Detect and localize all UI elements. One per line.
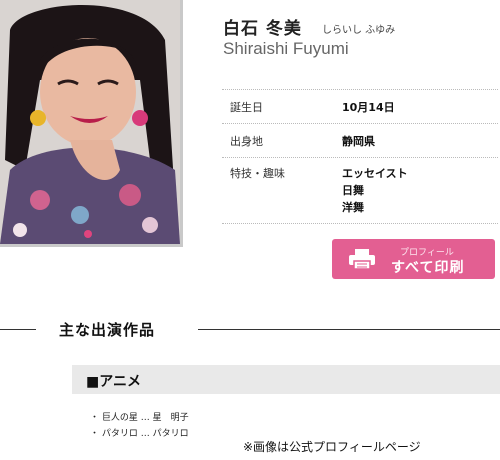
name-romaji: Shiraishi Fuyumi [223, 39, 349, 58]
profile-value: エッセイスト 日舞 洋舞 [342, 158, 498, 223]
profile-label: 特技・趣味 [230, 167, 285, 180]
name-japanese: 白石 冬美 [223, 19, 302, 39]
image-caption: ※画像は公式プロフィールページ [241, 437, 423, 456]
printer-icon [348, 248, 376, 270]
profile-label: 誕生日 [230, 101, 263, 114]
section-title: 主な出演作品 [59, 321, 156, 339]
photo-frame [0, 0, 183, 247]
profile-value-line: 10月14日 [342, 101, 395, 114]
name-kana: しらいし ふゆみ [322, 25, 396, 36]
profile-value-line: 静岡県 [342, 135, 375, 148]
list-item: ・ パタリロ … パタリロ [90, 429, 189, 439]
print-button-label: すべて印刷 [391, 260, 465, 276]
anime-section-header: ■アニメ [72, 365, 500, 394]
profile-value-line: エッセイスト [342, 167, 408, 180]
section-divider-left [0, 329, 36, 330]
print-profile-button[interactable]: プロフィール すべて印刷 [332, 239, 495, 279]
profile-photo [0, 0, 180, 244]
section-divider-right [198, 329, 500, 330]
profile-table: 誕生日 10月14日 出身地 静岡県 特技・趣味 エッセイスト 日舞 洋舞 [222, 89, 498, 224]
profile-value: 10月14日 [342, 90, 498, 123]
works-list: ・ 巨人の星 … 星 明子 ・ パタリロ … パタリロ [90, 410, 189, 442]
profile-row-birthplace: 出身地 静岡県 [222, 123, 498, 157]
profile-row-skills: 特技・趣味 エッセイスト 日舞 洋舞 [222, 157, 498, 224]
profile-value-line: 日舞 [342, 184, 364, 197]
profile-label: 出身地 [230, 135, 263, 148]
list-item: ・ 巨人の星 … 星 明子 [90, 413, 189, 423]
anime-heading: ■アニメ [86, 374, 141, 390]
profile-row-birthday: 誕生日 10月14日 [222, 89, 498, 123]
profile-value: 静岡県 [342, 124, 498, 157]
profile-value-line: 洋舞 [342, 201, 364, 214]
